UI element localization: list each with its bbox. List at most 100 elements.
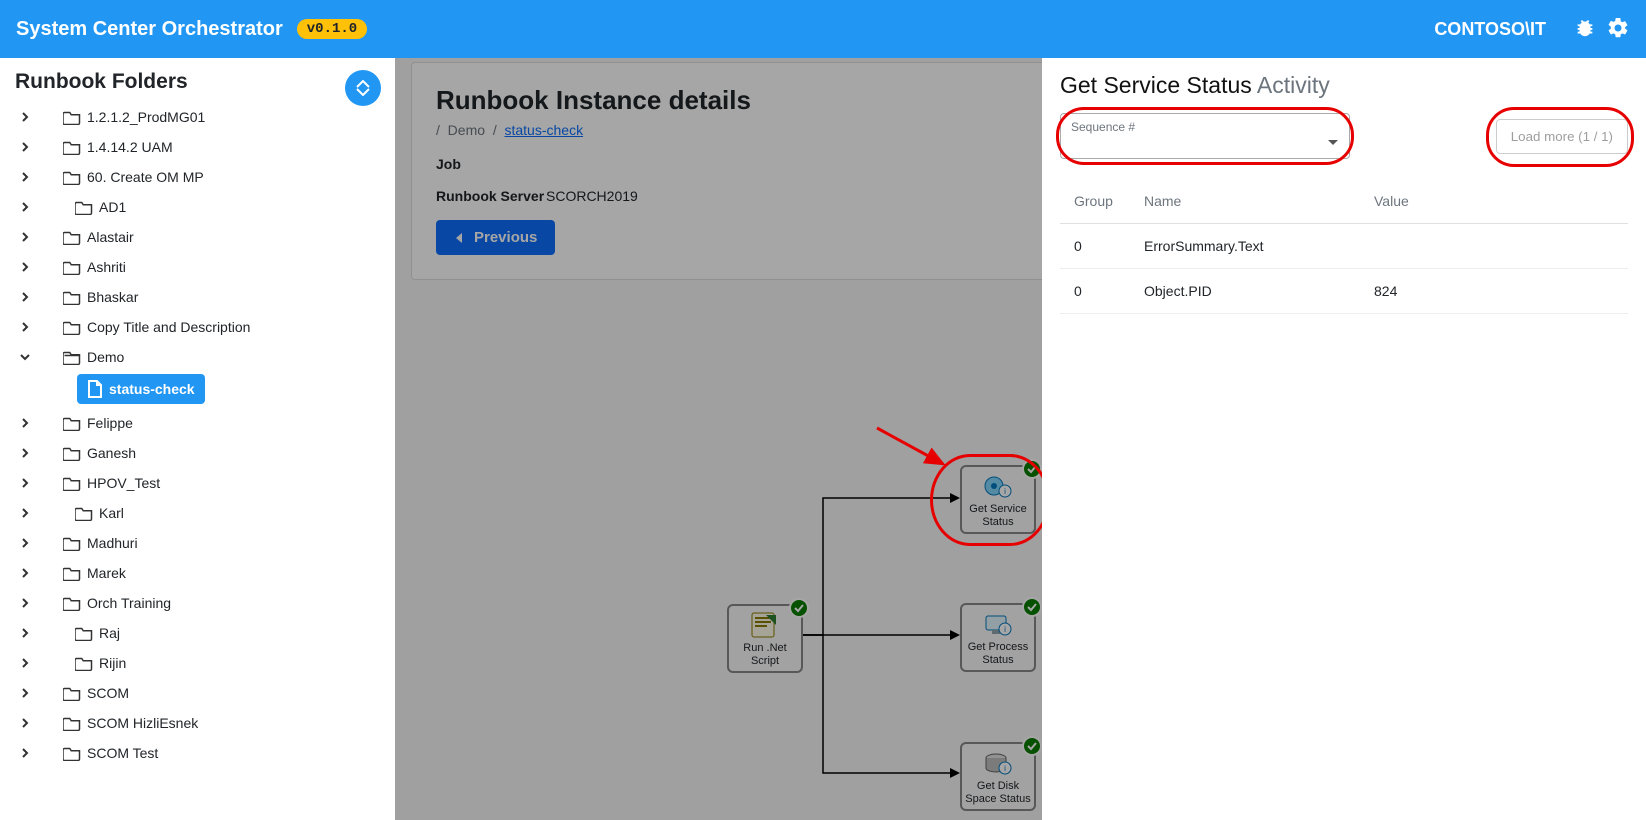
folder-item[interactable]: 60. Create OM MP — [15, 162, 375, 192]
script-icon — [748, 610, 782, 640]
user-label: CONTOSO\IT — [1434, 19, 1546, 40]
folder-item[interactable]: SCOM HizliEsnek — [15, 708, 375, 738]
success-badge-icon — [1022, 736, 1042, 756]
folder-icon — [63, 415, 81, 431]
runbook-leaf-status-check[interactable]: status-check — [77, 374, 205, 404]
version-badge: v0.1.0 — [297, 19, 367, 39]
chevron-right-icon[interactable] — [15, 201, 35, 213]
gear-icon[interactable] — [1606, 16, 1630, 43]
load-more-button[interactable]: Load more (1 / 1) — [1496, 119, 1628, 154]
chevron-down-icon[interactable] — [15, 351, 35, 363]
folder-item[interactable]: Madhuri — [15, 528, 375, 558]
folder-icon — [63, 229, 81, 245]
job-label: Job — [436, 156, 546, 172]
folder-item[interactable]: Demo — [15, 342, 375, 372]
chevron-right-icon[interactable] — [15, 231, 35, 243]
activity-run-net-script[interactable]: Run .Net Script — [727, 604, 803, 673]
previous-button[interactable]: Previous — [436, 220, 555, 255]
folder-item[interactable]: SCOM — [15, 678, 375, 708]
caret-left-icon — [454, 232, 464, 244]
folder-icon — [63, 109, 81, 125]
chevron-right-icon[interactable] — [15, 597, 35, 609]
chevron-right-icon[interactable] — [15, 291, 35, 303]
folder-icon — [63, 715, 81, 731]
chevron-right-icon[interactable] — [15, 627, 35, 639]
folder-item[interactable]: Bhaskar — [15, 282, 375, 312]
folder-item[interactable]: AD1 — [15, 192, 375, 222]
folder-item[interactable]: 1.4.14.2 UAM — [15, 132, 375, 162]
success-badge-icon — [789, 598, 809, 618]
col-group: Group — [1074, 193, 1144, 209]
folder-icon — [63, 745, 81, 761]
bug-icon[interactable] — [1574, 17, 1596, 42]
folder-icon — [63, 535, 81, 551]
folder-icon — [63, 475, 81, 491]
folder-icon — [75, 199, 93, 215]
app-header: System Center Orchestrator v0.1.0 CONTOS… — [0, 0, 1646, 58]
folder-item[interactable]: Karl — [15, 498, 375, 528]
activity-panel: Get Service Status Activity Sequence # L… — [1042, 58, 1646, 820]
folder-icon — [63, 169, 81, 185]
folder-item[interactable]: Rijin — [15, 648, 375, 678]
chevron-right-icon[interactable] — [15, 447, 35, 459]
chevron-right-icon[interactable] — [15, 567, 35, 579]
chevron-right-icon[interactable] — [15, 477, 35, 489]
chevron-right-icon[interactable] — [15, 507, 35, 519]
folder-item[interactable]: 1.2.1.2_ProdMG01 — [15, 102, 375, 132]
folder-item[interactable]: Felippe — [15, 408, 375, 438]
folder-icon — [63, 565, 81, 581]
breadcrumb-status-check[interactable]: status-check — [504, 122, 583, 138]
chevron-right-icon[interactable] — [15, 141, 35, 153]
folder-icon — [63, 289, 81, 305]
svg-text:i: i — [1004, 487, 1006, 496]
chevron-right-icon[interactable] — [15, 717, 35, 729]
folder-item[interactable]: Orch Training — [15, 588, 375, 618]
folder-item[interactable]: Copy Title and Description — [15, 312, 375, 342]
success-badge-icon — [1022, 459, 1042, 479]
folder-item[interactable]: SCOM Test — [15, 738, 375, 768]
collapse-sidebar-button[interactable] — [345, 70, 381, 106]
folder-icon — [75, 505, 93, 521]
table-row: 0 Object.PID 824 — [1060, 269, 1628, 314]
chevron-right-icon[interactable] — [15, 111, 35, 123]
service-gear-icon: i — [981, 471, 1015, 501]
runbook-server-value: SCORCH2019 — [546, 188, 638, 204]
folder-item[interactable]: Raj — [15, 618, 375, 648]
chevron-right-icon[interactable] — [15, 537, 35, 549]
process-icon: i — [981, 609, 1015, 639]
activity-get-disk-space-status[interactable]: i Get Disk Space Status — [960, 742, 1036, 811]
folder-item[interactable]: Alastair — [15, 222, 375, 252]
activity-get-process-status[interactable]: i Get Process Status — [960, 603, 1036, 672]
disk-icon: i — [981, 748, 1015, 778]
folder-icon — [63, 139, 81, 155]
svg-text:i: i — [1004, 764, 1006, 773]
sidebar-title: Runbook Folders — [15, 70, 395, 94]
folder-icon — [63, 595, 81, 611]
chevron-right-icon[interactable] — [15, 657, 35, 669]
col-name: Name — [1144, 193, 1374, 209]
folder-item[interactable]: Ashriti — [15, 252, 375, 282]
folder-item[interactable]: Ganesh — [15, 438, 375, 468]
folder-icon — [75, 625, 93, 641]
chevron-down-icon — [1327, 134, 1339, 150]
activity-get-service-status[interactable]: i Get Service Status — [960, 465, 1036, 534]
folder-icon — [63, 259, 81, 275]
table-row: 0 ErrorSummary.Text — [1060, 224, 1628, 269]
chevron-right-icon[interactable] — [15, 261, 35, 273]
app-title: System Center Orchestrator — [16, 18, 283, 41]
folder-item[interactable]: Marek — [15, 558, 375, 588]
breadcrumb-demo[interactable]: Demo — [448, 122, 485, 138]
folder-icon — [63, 685, 81, 701]
folder-icon — [63, 319, 81, 335]
folder-tree: 1.2.1.2_ProdMG011.4.14.2 UAM60. Create O… — [15, 102, 395, 812]
file-icon — [87, 380, 103, 398]
chevron-right-icon[interactable] — [15, 171, 35, 183]
panel-title: Get Service Status Activity — [1060, 72, 1628, 99]
chevron-right-icon[interactable] — [15, 687, 35, 699]
sequence-select[interactable]: Sequence # — [1060, 113, 1350, 159]
chevron-right-icon[interactable] — [15, 747, 35, 759]
runbook-server-label: Runbook Server — [436, 188, 546, 204]
folder-item[interactable]: HPOV_Test — [15, 468, 375, 498]
chevron-right-icon[interactable] — [15, 321, 35, 333]
chevron-right-icon[interactable] — [15, 417, 35, 429]
